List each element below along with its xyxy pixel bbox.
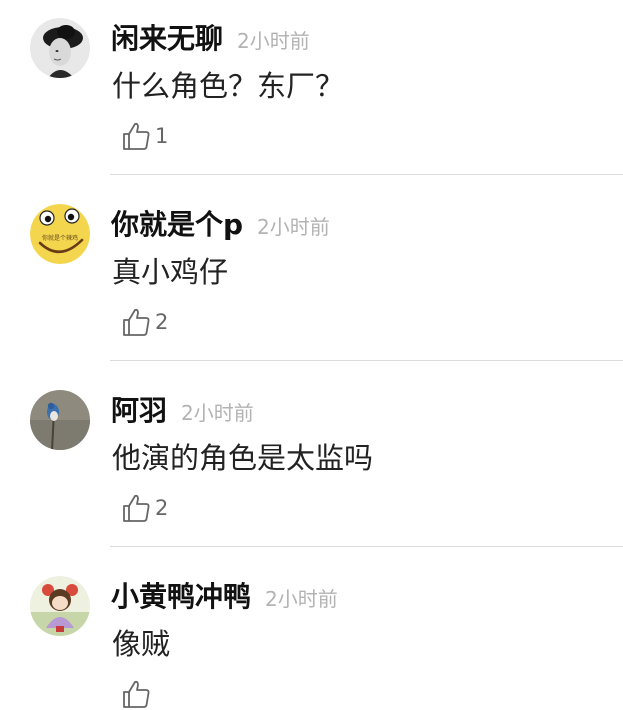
- girl-illustration-avatar-icon: [30, 576, 90, 636]
- thumbs-up-icon: [123, 308, 150, 336]
- divider: [110, 360, 623, 361]
- like-count: 2: [155, 496, 169, 520]
- comment-text: 他演的角色是太监吗: [112, 441, 374, 475]
- comment-item: 小黄鸭冲鸭 2小时前 像贼: [0, 558, 623, 708]
- comment-header: 小黄鸭冲鸭 2小时前: [111, 578, 338, 618]
- timestamp: 2小时前: [257, 215, 330, 239]
- woman-portrait-avatar-icon: [30, 18, 90, 78]
- comment-item: 闲来无聊 2小时前 什么角色？东厂？ 1: [0, 0, 623, 176]
- bird-avatar-icon: [30, 390, 90, 450]
- comment-text: 什么角色？东厂？: [112, 69, 345, 103]
- thumbs-up-icon: [123, 494, 150, 522]
- divider: [110, 174, 623, 175]
- like-count: 2: [155, 310, 169, 334]
- like-button[interactable]: 2: [120, 306, 168, 338]
- svg-text:你就是个辣鸡: 你就是个辣鸡: [42, 234, 78, 242]
- thumbs-up-icon: [123, 122, 150, 150]
- comment-header: 闲来无聊 2小时前: [111, 20, 310, 60]
- timestamp: 2小时前: [181, 401, 254, 425]
- comment-header: 阿羽 2小时前: [111, 392, 254, 432]
- comment-text: 像贼: [112, 627, 171, 661]
- smiley-face-avatar-icon: 你就是个辣鸡: [30, 204, 90, 264]
- like-count: 1: [155, 124, 169, 148]
- username[interactable]: 闲来无聊: [111, 20, 223, 58]
- username[interactable]: 你就是个p: [111, 206, 243, 244]
- avatar[interactable]: [30, 576, 90, 636]
- avatar[interactable]: [30, 390, 90, 450]
- timestamp: 2小时前: [265, 587, 338, 611]
- comment-text: 真小鸡仔: [112, 255, 229, 289]
- like-button[interactable]: [120, 678, 155, 710]
- timestamp: 2小时前: [237, 29, 310, 53]
- comment-item: 你就是个辣鸡 你就是个p 2小时前 真小鸡仔 2: [0, 186, 623, 362]
- like-button[interactable]: 2: [120, 492, 168, 524]
- username[interactable]: 阿羽: [111, 392, 167, 430]
- avatar[interactable]: [30, 18, 90, 78]
- avatar[interactable]: 你就是个辣鸡: [30, 204, 90, 264]
- thumbs-up-icon: [123, 680, 150, 708]
- comment-header: 你就是个p 2小时前: [111, 206, 330, 246]
- comment-item: 阿羽 2小时前 他演的角色是太监吗 2: [0, 372, 623, 548]
- divider: [110, 546, 623, 547]
- like-button[interactable]: 1: [120, 120, 168, 152]
- username[interactable]: 小黄鸭冲鸭: [111, 578, 251, 616]
